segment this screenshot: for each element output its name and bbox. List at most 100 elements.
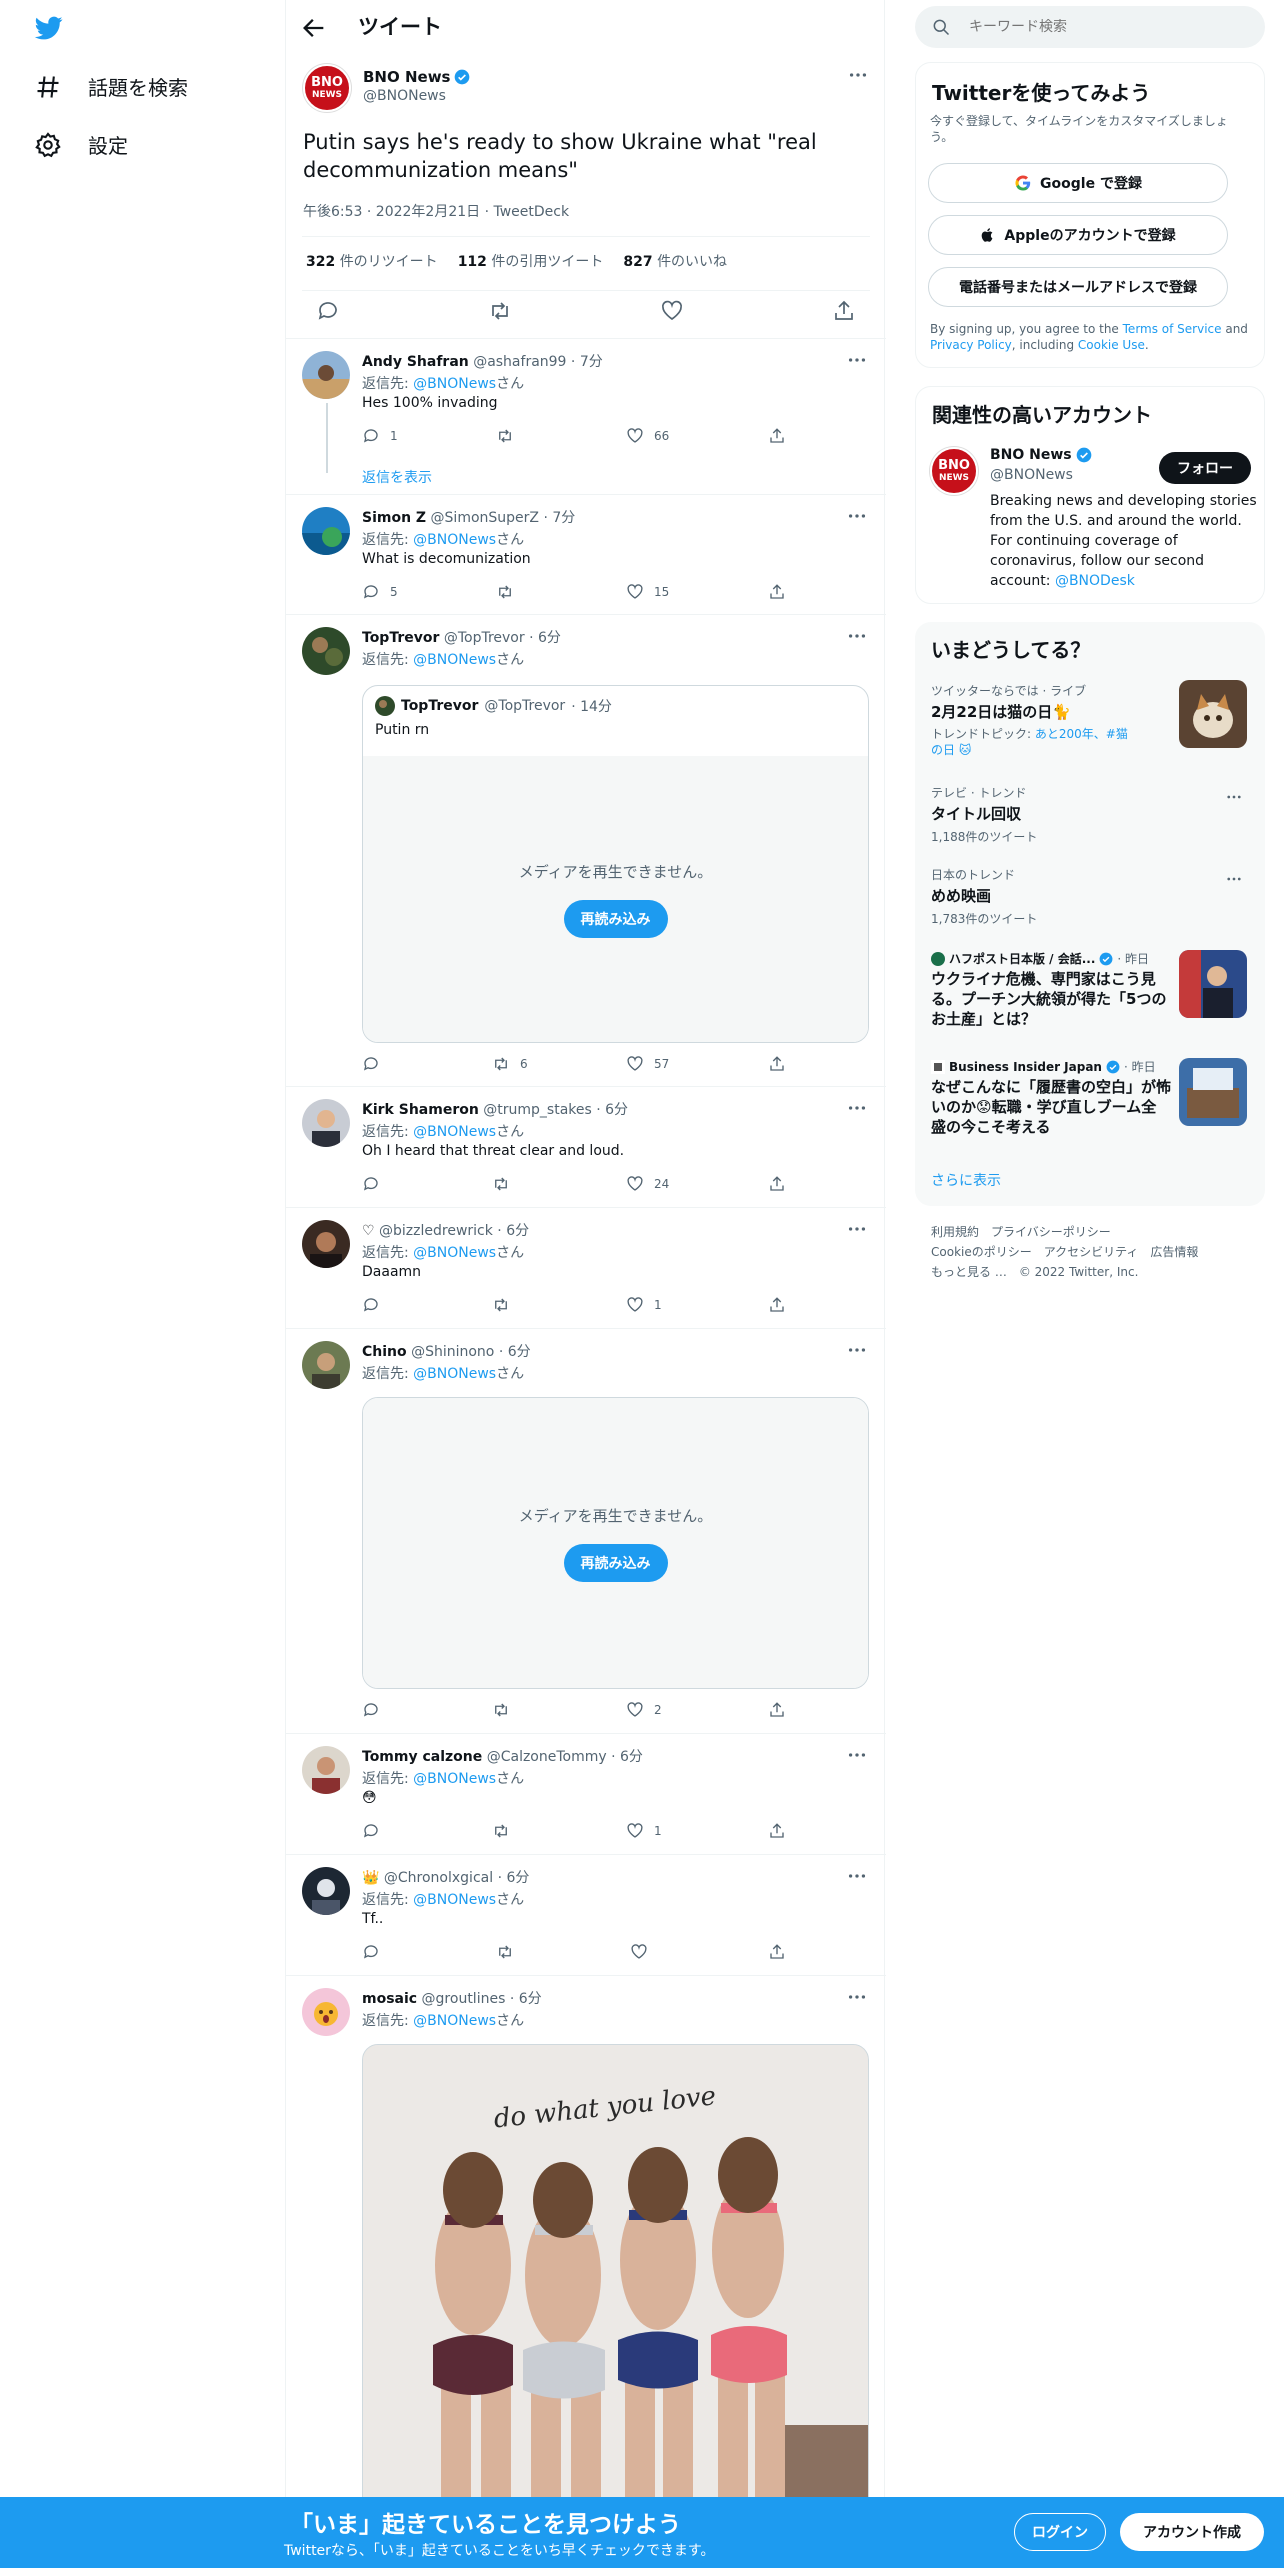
reply-button[interactable]: 5 — [362, 583, 398, 601]
mention-link[interactable]: @BNONews — [413, 1366, 496, 1382]
reply-tweet[interactable]: ♡ @bizzledrewrick · 6分 返信先: @BNONewsさん D… — [286, 1207, 886, 1328]
reply-author-name[interactable]: TopTrevor — [362, 630, 439, 646]
share-button[interactable] — [768, 1701, 786, 1719]
reply-tweet[interactable]: Kirk Shameron @trump_stakes · 6分 返信先: @B… — [286, 1086, 886, 1207]
reply-time[interactable]: · 6分 — [510, 1991, 542, 2007]
tweet-meta[interactable]: 午後6:53 · 2022年2月21日 · TweetDeck — [303, 201, 569, 221]
footer-line[interactable]: 利用規約 プライバシーポリシー — [931, 1222, 1251, 1242]
quotes-stat[interactable]: 112 件の引用ツイート — [458, 251, 604, 271]
reply-author-name[interactable]: Tommy calzone — [362, 1749, 482, 1765]
reply-button[interactable] — [362, 1822, 390, 1840]
like-button[interactable]: 57 — [626, 1055, 669, 1073]
back-arrow-icon[interactable] — [300, 14, 328, 42]
avatar[interactable]: BNO NEWS — [303, 64, 351, 112]
mention-link[interactable]: @BNONews — [413, 2013, 496, 2029]
footer-line[interactable]: もっと見る … © 2022 Twitter, Inc. — [931, 1262, 1251, 1282]
like-button[interactable] — [630, 1943, 658, 1961]
retweet-button[interactable] — [492, 1175, 520, 1193]
share-button[interactable] — [768, 1822, 786, 1840]
reply-time[interactable]: · 7分 — [571, 354, 603, 370]
phone-email-signup-button[interactable]: 電話番号またはメールアドレスで登録 — [928, 267, 1228, 307]
reply-tweet[interactable]: Simon Z @SimonSuperZ · 7分 返信先: @BNONewsさ… — [286, 494, 886, 614]
trend-item[interactable]: 日本のトレンド めめ映画 1,783件のツイート — [931, 866, 1251, 927]
google-signup-button[interactable]: Google で登録 — [928, 163, 1228, 203]
mention-link[interactable]: @BNONews — [413, 1892, 496, 1908]
more-options-icon[interactable] — [846, 1097, 868, 1119]
retweet-button[interactable] — [496, 427, 524, 445]
bio-mention-link[interactable]: @BNODesk — [1055, 573, 1135, 589]
reply-time[interactable]: · 6分 — [499, 1344, 531, 1360]
avatar[interactable] — [302, 1099, 350, 1147]
like-button[interactable]: 1 — [626, 1296, 662, 1314]
retweet-button[interactable] — [496, 583, 524, 601]
reply-time[interactable]: · 6分 — [498, 1870, 530, 1886]
nav-explore[interactable]: 話題を検索 — [34, 72, 188, 101]
like-button[interactable]: 2 — [626, 1701, 662, 1719]
quoted-tweet[interactable]: TopTrevor @TopTrevor · 14分 Putin rn メディア… — [362, 685, 869, 1043]
reply-time[interactable]: · 6分 — [611, 1749, 643, 1765]
mention-link[interactable]: @BNONews — [413, 652, 496, 668]
reply-icon[interactable] — [316, 299, 340, 323]
twitter-logo-icon[interactable] — [32, 14, 66, 42]
more-options-icon[interactable] — [1225, 788, 1243, 806]
avatar[interactable] — [302, 507, 350, 555]
reply-author-name[interactable]: ♡ — [362, 1223, 375, 1239]
footer-line[interactable]: Cookieのポリシー アクセシビリティ 広告情報 — [931, 1242, 1251, 1262]
reply-author-handle[interactable]: @trump_stakes — [483, 1102, 592, 1118]
avatar[interactable]: BNO NEWS — [930, 447, 978, 495]
author-handle[interactable]: @BNONews — [363, 88, 446, 104]
reply-author-handle[interactable]: @Chronolxgical — [384, 1870, 493, 1886]
more-options-icon[interactable] — [846, 1218, 868, 1240]
reply-tweet[interactable]: Andy Shafran @ashafran99 · 7分 返信先: @BNON… — [286, 338, 886, 494]
reply-button[interactable] — [362, 1175, 390, 1193]
more-options-icon[interactable] — [846, 1744, 868, 1766]
reply-author-handle[interactable]: @groutlines — [422, 1991, 506, 2007]
trend-item[interactable]: テレビ · トレンド タイトル回収 1,188件のツイート — [931, 784, 1251, 845]
reply-time[interactable]: · 6分 — [529, 630, 561, 646]
show-replies-link[interactable]: 返信を表示 — [362, 467, 432, 487]
reply-author-handle[interactable]: @Shininono — [411, 1344, 494, 1360]
avatar[interactable] — [302, 627, 350, 675]
privacy-link[interactable]: Privacy Policy — [930, 338, 1012, 352]
news-item[interactable]: ハフポスト日本版 / 会話... · 昨日 ウクライナ危機、専門家はこう見る。プ… — [931, 950, 1171, 1029]
retweet-button[interactable]: 6 — [492, 1055, 528, 1073]
share-button[interactable] — [768, 427, 786, 445]
reply-tweet[interactable]: mosaic @groutlines · 6分 返信先: @BNONewsさん … — [286, 1975, 886, 2568]
avatar[interactable] — [302, 1746, 350, 1794]
more-options-icon[interactable] — [846, 1865, 868, 1887]
follow-button[interactable]: フォロー — [1159, 452, 1251, 484]
retweet-button[interactable] — [492, 1822, 520, 1840]
apple-signup-button[interactable]: Appleのアカウントで登録 — [928, 215, 1228, 255]
login-button[interactable]: ログイン — [1014, 2513, 1106, 2551]
mention-link[interactable]: @BNONews — [413, 376, 496, 392]
reply-author-name[interactable]: Chino — [362, 1344, 407, 1360]
terms-link[interactable]: Terms of Service — [1123, 322, 1222, 336]
reply-button[interactable] — [362, 1055, 390, 1073]
more-options-icon[interactable] — [846, 625, 868, 647]
retweets-stat[interactable]: 322 件のリツイート — [306, 251, 438, 271]
retweet-button[interactable] — [492, 1296, 520, 1314]
avatar[interactable] — [302, 1220, 350, 1268]
related-account-handle[interactable]: @BNONews — [990, 467, 1073, 483]
mention-link[interactable]: @BNONews — [413, 1771, 496, 1787]
like-button[interactable]: 1 — [626, 1822, 662, 1840]
reply-button[interactable] — [362, 1701, 390, 1719]
share-button[interactable] — [768, 1943, 786, 1961]
reply-tweet[interactable]: TopTrevor @TopTrevor · 6分 返信先: @BNONewsさ… — [286, 614, 886, 1086]
share-button[interactable] — [768, 583, 786, 601]
like-button[interactable]: 24 — [626, 1175, 669, 1193]
reply-author-name[interactable]: 👑 — [362, 1870, 379, 1886]
like-button[interactable]: 15 — [626, 583, 669, 601]
mention-link[interactable]: @BNONews — [413, 1245, 496, 1261]
more-options-icon[interactable] — [846, 1339, 868, 1361]
reply-author-name[interactable]: Kirk Shameron — [362, 1102, 479, 1118]
reply-tweet[interactable]: Chino @Shininono · 6分 返信先: @BNONewsさん メデ… — [286, 1328, 886, 1733]
mention-link[interactable]: @BNONews — [413, 1124, 496, 1140]
reply-author-name[interactable]: mosaic — [362, 1991, 417, 2007]
reply-author-handle[interactable]: @TopTrevor — [444, 630, 525, 646]
more-options-icon[interactable] — [846, 1986, 868, 2008]
author-name[interactable]: BNO News — [363, 68, 470, 86]
retweet-button[interactable] — [496, 1943, 524, 1961]
reply-tweet[interactable]: 👑 @Chronolxgical · 6分 返信先: @BNONewsさん Tf… — [286, 1854, 886, 1975]
reply-time[interactable]: · 7分 — [543, 510, 575, 526]
